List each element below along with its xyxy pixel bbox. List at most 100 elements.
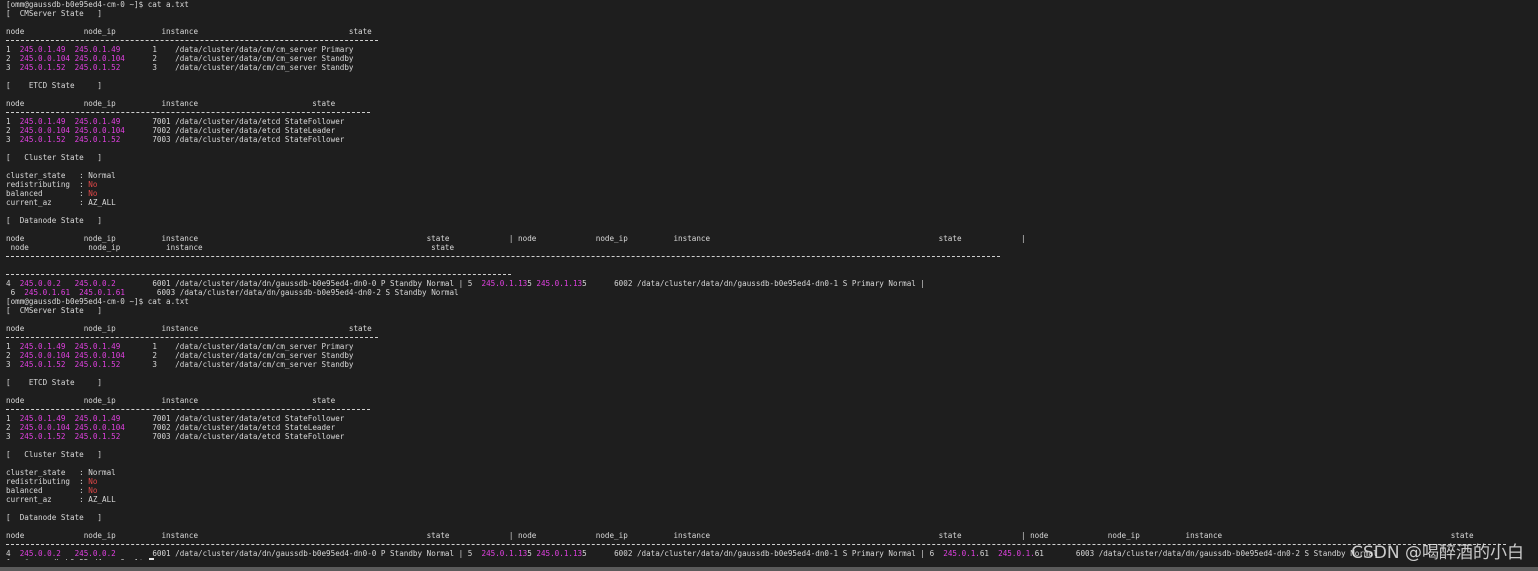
- dashed-rule: [6, 274, 511, 275]
- ip-address: 245.0.0.104: [19, 351, 71, 360]
- terminal-line: node node_ip instance state: [6, 396, 336, 405]
- ip-address: 245.0.0.104: [74, 54, 125, 63]
- separator-line: [6, 405, 1532, 414]
- ip-address: 245.0.0.104: [19, 126, 71, 135]
- terminal-line: node node_ip instance state | node node_…: [6, 234, 1532, 243]
- terminal-line: [ Datanode State ]: [6, 216, 103, 225]
- ip-address: 245.0.1.49: [74, 414, 121, 423]
- ip-address: 245.0.0.2: [74, 279, 116, 288]
- ip-address: 245.0.0.2: [19, 549, 61, 558]
- separator-line: [6, 252, 1532, 261]
- dashed-rule: [6, 337, 378, 338]
- ip-address: 245.0.1.13: [476, 549, 528, 558]
- separator-line: [6, 36, 1532, 45]
- terminal-line: 4 245.0.0.2 245.0.0.2 6001 /data/cluster…: [6, 279, 925, 288]
- terminal-line: redistributing : No: [6, 477, 98, 486]
- ip-address: 245.0.0.2: [19, 279, 61, 288]
- warning-value: No: [88, 189, 98, 198]
- ip-address: 245.0.1.49: [74, 117, 121, 126]
- ip-address: 245.0.1.52: [19, 432, 66, 441]
- terminal-line: [ ETCD State ]: [6, 378, 103, 387]
- terminal-line: [ Cluster State ]: [6, 450, 103, 459]
- dashed-rule: [6, 40, 378, 41]
- terminal-line: 3 245.0.1.52 245.0.1.52 7003 /data/clust…: [6, 135, 345, 144]
- terminal-line: 2 245.0.0.104 245.0.0.104 7002 /data/clu…: [6, 423, 336, 432]
- terminal-line: node node_ip instance state | node node_…: [6, 531, 1474, 540]
- ip-address: 245.0.1.49: [74, 342, 121, 351]
- terminal-line: [ ETCD State ]: [6, 81, 103, 90]
- terminal-line: 1 245.0.1.49 245.0.1.49 7001 /data/clust…: [6, 117, 345, 126]
- ip-address: 245.0.1.13: [531, 279, 583, 288]
- ip-address: 245.0.1.52: [19, 63, 66, 72]
- terminal-line: 3 245.0.1.52 245.0.1.52 3 /data/cluster/…: [6, 360, 354, 369]
- ip-address: 245.0.1.49: [19, 342, 66, 351]
- ip-address: 245.0.1.: [989, 549, 1035, 558]
- terminal-line: 1 245.0.1.49 245.0.1.49 1 /data/cluster/…: [6, 45, 354, 54]
- terminal-line: [ CMServer State ]: [6, 9, 103, 18]
- terminal-line: current_az : AZ_ALL: [6, 198, 116, 207]
- terminal-cursor: [148, 558, 154, 560]
- terminal-line: [omm@gaussdb-b0e95ed4-cm-0 ~]$ cat a.txt: [6, 297, 189, 306]
- terminal-line: 3 245.0.1.52 245.0.1.52 7003 /data/clust…: [6, 432, 345, 441]
- ip-address: 245.0.1.61: [24, 288, 71, 297]
- warning-value: No: [88, 180, 98, 189]
- dashed-rule: [6, 409, 370, 410]
- terminal-line: balanced : No: [6, 189, 98, 198]
- ip-address: 245.0.1.49: [19, 414, 66, 423]
- warning-value: No: [88, 477, 98, 486]
- terminal-line: redistributing : No: [6, 180, 98, 189]
- terminal-line: [ CMServer State ]: [6, 306, 103, 315]
- terminal-line: [omm@gaussdb-b0e95ed4-cm-0 ~]$: [6, 558, 1532, 560]
- terminal-line: node node_ip instance state: [6, 324, 372, 333]
- separator-line: [6, 333, 1532, 342]
- terminal-line: [ Datanode State ]: [6, 513, 103, 522]
- terminal-line: 1 245.0.1.49 245.0.1.49 7001 /data/clust…: [6, 414, 345, 423]
- ip-address: 245.0.1.49: [19, 117, 66, 126]
- ip-address: 245.0.1.52: [74, 63, 121, 72]
- terminal-line: 4 245.0.0.2 245.0.0.2 6001 /data/cluster…: [6, 549, 1378, 558]
- terminal-line: cluster_state : Normal: [6, 171, 116, 180]
- terminal-line: balanced : No: [6, 486, 98, 495]
- terminal-line: 6 245.0.1.61 245.0.1.61 6003 /data/clust…: [6, 288, 459, 297]
- horizontal-scrollbar[interactable]: [0, 567, 1538, 571]
- terminal-line: 3 245.0.1.52 245.0.1.52 3 /data/cluster/…: [6, 63, 354, 72]
- terminal-line: node node_ip instance state: [6, 27, 372, 36]
- ip-address: 245.0.1.49: [74, 45, 121, 54]
- dashed-rule: [6, 256, 1000, 257]
- terminal-line: [ Cluster State ]: [6, 153, 103, 162]
- dashed-rule: [6, 112, 370, 113]
- terminal-line: node node_ip instance state: [6, 243, 455, 252]
- ip-address: 245.0.0.104: [19, 423, 71, 432]
- dashed-rule: [6, 544, 1506, 545]
- ip-address: 245.0.0.2: [74, 549, 116, 558]
- terminal-output[interactable]: [omm@gaussdb-b0e95ed4-cm-0 ~]$ cat a.txt…: [6, 0, 1532, 560]
- ip-address: 245.0.1.13: [531, 549, 583, 558]
- terminal-line: [omm@gaussdb-b0e95ed4-cm-0 ~]$ cat a.txt: [6, 0, 189, 9]
- ip-address: 245.0.1.52: [19, 360, 66, 369]
- separator-line: [6, 108, 1532, 117]
- ip-address: 245.0.1.: [934, 549, 980, 558]
- terminal-line: node node_ip instance state: [6, 99, 336, 108]
- ip-address: 245.0.1.52: [74, 432, 121, 441]
- watermark: CSDN @喝醉酒的小白: [1351, 543, 1524, 563]
- ip-address: 245.0.1.52: [19, 135, 66, 144]
- ip-address: 245.0.1.49: [19, 45, 66, 54]
- ip-address: 245.0.0.104: [74, 351, 125, 360]
- line-segment: node node_ip instance state | node node_…: [6, 234, 1026, 243]
- ip-address: 245.0.0.104: [74, 126, 125, 135]
- terminal-line: 1 245.0.1.49 245.0.1.49 1 /data/cluster/…: [6, 342, 354, 351]
- terminal-line: current_az : AZ_ALL: [6, 495, 116, 504]
